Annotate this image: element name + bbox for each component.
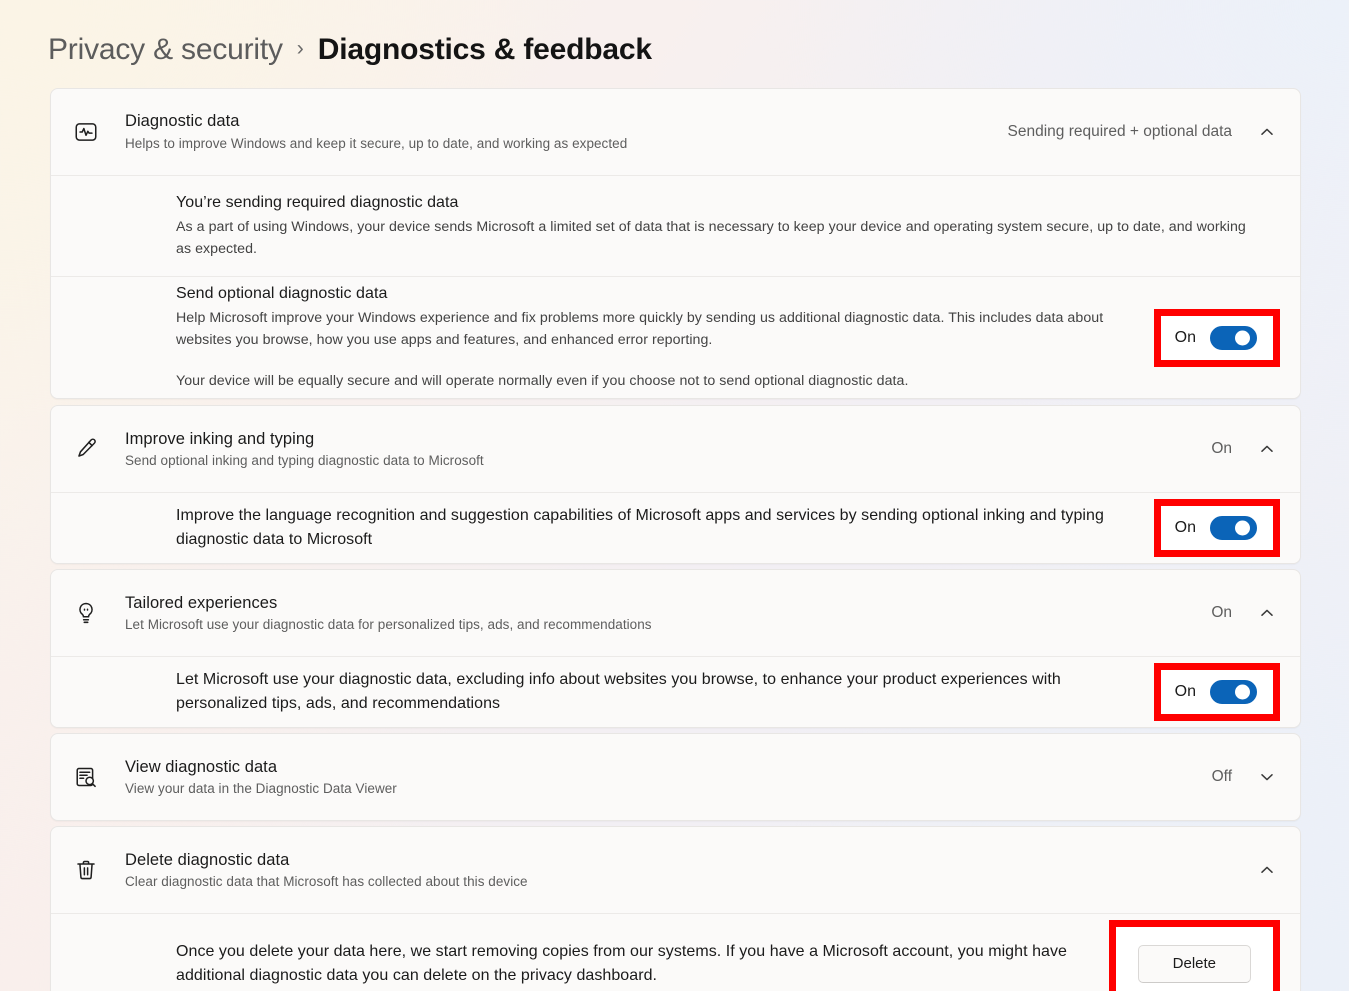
required-diagnostic-body: You’re sending required diagnostic data …	[176, 192, 1280, 260]
annotation-highlight-optional-toggle: On	[1153, 308, 1280, 367]
toggle-knob	[1235, 684, 1250, 700]
row-send-optional-diagnostic-data: Send optional diagnostic data Help Micro…	[51, 276, 1300, 399]
toggle-state-label: On	[1174, 519, 1196, 537]
breadcrumb-parent-link[interactable]: Privacy & security	[48, 33, 283, 67]
row-title: Delete diagnostic data	[125, 850, 290, 869]
row-inking-typing-detail: Improve the language recognition and sug…	[51, 493, 1300, 564]
tailored-experiences-detail-body: Let Microsoft use your diagnostic data, …	[176, 668, 1154, 716]
annotation-highlight-delete-button: Delete	[1108, 920, 1280, 991]
settings-content: Diagnostic data Helps to improve Windows…	[0, 78, 1349, 991]
row-delete-diagnostic-data-titles: Delete diagnostic data Clear diagnostic …	[125, 849, 1254, 892]
page-title: Diagnostics & feedback	[317, 33, 652, 66]
tailored-experiences-detail-text: Let Microsoft use your diagnostic data, …	[176, 671, 1061, 713]
chevron-down-icon[interactable]	[1254, 764, 1280, 790]
optional-diagnostic-toggle-group[interactable]: On	[1174, 325, 1257, 350]
inking-typing-toggle-group[interactable]: On	[1174, 516, 1257, 541]
tailored-experiences-toggle[interactable]	[1210, 680, 1257, 705]
row-delete-diagnostic-data-right	[1254, 857, 1280, 883]
status-badge: Off	[1211, 768, 1232, 786]
optional-diagnostic-note: Your device will be equally secure and w…	[176, 372, 909, 389]
inking-typing-detail-text: Improve the language recognition and sug…	[176, 507, 1104, 549]
row-delete-diagnostic-data-detail: Once you delete your data here, we start…	[51, 914, 1300, 991]
status-badge: On	[1211, 440, 1232, 458]
trash-icon	[73, 857, 125, 883]
improve-inking-and-typing-toggle[interactable]	[1210, 516, 1257, 541]
optional-diagnostic-title: Send optional diagnostic data	[176, 284, 388, 302]
delete-diagnostic-detail-text: Once you delete your data here, we start…	[176, 943, 1067, 985]
chevron-up-icon[interactable]	[1254, 857, 1280, 883]
row-title: Improve inking and typing	[125, 429, 315, 448]
row-subtitle: Send optional inking and typing diagnost…	[125, 452, 484, 468]
toggle-state-label: On	[1174, 328, 1196, 346]
annotation-highlight-inking-toggle: On	[1153, 499, 1280, 558]
pulse-monitor-icon	[73, 119, 125, 145]
card-view-diagnostic-data: View diagnostic data View your data in t…	[50, 733, 1301, 822]
row-view-diagnostic-data-header[interactable]: View diagnostic data View your data in t…	[51, 734, 1300, 820]
row-diagnostic-data-right: Sending required + optional data	[1008, 119, 1281, 145]
row-inking-typing-titles: Improve inking and typing Send optional …	[125, 428, 1211, 471]
chevron-right-icon: ›	[296, 37, 304, 60]
required-diagnostic-title: You’re sending required diagnostic data	[176, 194, 459, 211]
status-badge: Sending required + optional data	[1007, 123, 1233, 140]
tailored-experiences-toggle-group[interactable]: On	[1174, 680, 1257, 705]
chevron-up-icon[interactable]	[1254, 436, 1280, 462]
card-delete-diagnostic-data: Delete diagnostic data Clear diagnostic …	[50, 826, 1301, 991]
row-tailored-experiences-header[interactable]: Tailored experiences Let Microsoft use y…	[51, 570, 1300, 656]
document-search-icon	[73, 764, 125, 790]
pen-icon	[73, 436, 125, 462]
row-title: Diagnostic data	[125, 112, 240, 131]
chevron-up-icon[interactable]	[1254, 600, 1280, 626]
status-badge: On	[1211, 604, 1232, 622]
row-delete-diagnostic-data-header[interactable]: Delete diagnostic data Clear diagnostic …	[51, 827, 1300, 913]
row-inking-typing-right: On	[1211, 436, 1280, 462]
delete-button[interactable]: Delete	[1137, 945, 1251, 984]
row-diagnostic-data-titles: Diagnostic data Helps to improve Windows…	[125, 110, 1008, 153]
toggle-knob	[1235, 520, 1250, 536]
delete-diagnostic-detail-body: Once you delete your data here, we start…	[176, 940, 1109, 988]
row-title: Tailored experiences	[125, 593, 278, 612]
row-subtitle: Helps to improve Windows and keep it sec…	[125, 135, 628, 151]
toggle-state-label: On	[1174, 683, 1196, 701]
toggle-knob	[1235, 330, 1250, 346]
row-tailored-experiences-right: On	[1211, 600, 1280, 626]
send-optional-diagnostic-data-toggle[interactable]	[1210, 325, 1257, 350]
card-improve-inking-and-typing: Improve inking and typing Send optional …	[50, 405, 1301, 565]
inking-typing-detail-body: Improve the language recognition and sug…	[176, 504, 1154, 552]
row-inking-typing-header[interactable]: Improve inking and typing Send optional …	[51, 406, 1300, 492]
row-view-diagnostic-data-titles: View diagnostic data View your data in t…	[125, 756, 1212, 799]
required-diagnostic-description: As a part of using Windows, your device …	[176, 219, 1246, 257]
annotation-highlight-tailored-toggle: On	[1153, 663, 1280, 722]
row-title: View diagnostic data	[125, 757, 278, 776]
row-required-diagnostic-data: You’re sending required diagnostic data …	[51, 176, 1300, 276]
row-tailored-experiences-detail: Let Microsoft use your diagnostic data, …	[51, 657, 1300, 728]
breadcrumb: Privacy & security › Diagnostics & feedb…	[0, 0, 1349, 78]
row-diagnostic-data-header[interactable]: Diagnostic data Helps to improve Windows…	[51, 89, 1300, 175]
row-subtitle: Clear diagnostic data that Microsoft has…	[125, 873, 528, 889]
chevron-up-icon[interactable]	[1254, 119, 1280, 145]
row-tailored-experiences-titles: Tailored experiences Let Microsoft use y…	[125, 592, 1211, 635]
card-diagnostic-data: Diagnostic data Helps to improve Windows…	[50, 88, 1301, 400]
row-view-diagnostic-data-right: Off	[1212, 764, 1280, 790]
optional-diagnostic-body: Send optional diagnostic data Help Micro…	[176, 283, 1154, 392]
row-subtitle: Let Microsoft use your diagnostic data f…	[125, 616, 652, 632]
card-tailored-experiences: Tailored experiences Let Microsoft use y…	[50, 569, 1301, 729]
row-subtitle: View your data in the Diagnostic Data Vi…	[125, 780, 397, 796]
optional-diagnostic-description: Help Microsoft improve your Windows expe…	[176, 310, 1104, 348]
lightbulb-icon	[73, 600, 125, 626]
